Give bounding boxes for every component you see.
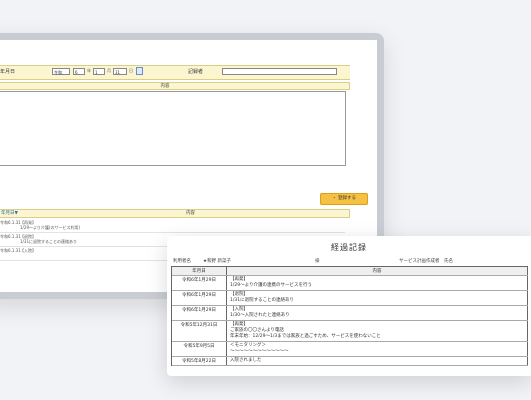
day-select[interactable]: 31 bbox=[113, 68, 127, 75]
month-unit: 月 bbox=[107, 68, 111, 73]
row-date: 令和6年1月29日 bbox=[172, 276, 227, 290]
era-select[interactable]: 令和 bbox=[52, 68, 70, 75]
list-item-date: 令和6.1.31 bbox=[0, 234, 21, 239]
list-item-date: 令和6.1.31 bbox=[0, 220, 21, 225]
sheet-title: 経過記録 bbox=[331, 243, 367, 252]
year-unit: 年 bbox=[87, 68, 91, 73]
service-planner-label: サービス計画作成者 氏名 bbox=[399, 259, 453, 264]
row-date: 令和6年1月29日 bbox=[172, 306, 227, 320]
row-date: 令和6年1月29日 bbox=[172, 291, 227, 305]
col-content-header: 内容 bbox=[227, 267, 528, 275]
honorific: 様 bbox=[315, 259, 320, 264]
row-content: 入院されました bbox=[227, 357, 528, 365]
row-content-line: 1/30〜入院されたと連絡あり bbox=[230, 313, 290, 318]
row-date: 令和5年12月31日 bbox=[172, 321, 227, 341]
row-content-line: 入院されました bbox=[230, 358, 262, 363]
list-item-date: 令和6.1.31 bbox=[0, 248, 21, 253]
date-form-row: 年月日 令和 6 年 1 月 31 日 記録者 bbox=[0, 65, 350, 80]
row-date: 令和5年8月22日 bbox=[172, 357, 227, 365]
table-header: 年月日 内容 bbox=[172, 267, 528, 276]
list-item-tag: 【入院】 bbox=[20, 248, 36, 253]
month-select[interactable]: 1 bbox=[93, 68, 105, 75]
row-content: 【再発】 1/29〜より介護の連携のサービスを行う bbox=[227, 276, 528, 290]
table-row: 令和5年9月5日 ＜モニタリング＞ 〜〜〜〜〜〜〜〜〜〜〜〜〜 bbox=[172, 342, 528, 357]
col-date-header: 年月日 bbox=[172, 267, 227, 275]
row-content-line: 〜〜〜〜〜〜〜〜〜〜〜〜〜 bbox=[230, 349, 289, 354]
content-textarea[interactable] bbox=[0, 91, 346, 166]
row-date: 令和5年9月5日 bbox=[172, 342, 227, 356]
record-table: 年月日 内容 令和6年1月29日 【再発】 1/29〜より介護の連携のサービスを行う… bbox=[171, 266, 528, 366]
table-row: 令和5年8月22日 入院されました bbox=[172, 357, 528, 366]
user-name: ★和野 新菜子 bbox=[203, 259, 231, 264]
progress-record-sheet: 経過記録 利用者名 ★和野 新菜子 様 サービス計画作成者 氏名 年月日 内容 … bbox=[167, 236, 531, 376]
date-label: 年月日 bbox=[0, 69, 16, 75]
row-content: 【入院】 1/30〜入院されたと連絡あり bbox=[227, 306, 528, 320]
recorder-label: 記録者 bbox=[188, 69, 204, 75]
recorder-input[interactable] bbox=[222, 68, 337, 75]
row-content-line: 年末年始：12/29〜1/3までは家族と過ごすため、サービスを使わないこと bbox=[230, 334, 381, 339]
year-select[interactable]: 6 bbox=[73, 68, 85, 75]
row-content-line: 1/29〜より介護の連携のサービスを行う bbox=[230, 283, 313, 288]
list-item-text: 1/29〜より介護(のサービス利用) bbox=[20, 225, 81, 230]
day-unit: 日 bbox=[129, 68, 133, 73]
content-header: 内容 bbox=[0, 82, 350, 90]
row-content: 【退院】 1/31に退院することの連絡あり bbox=[227, 291, 528, 305]
calendar-icon[interactable] bbox=[136, 67, 143, 75]
list-item[interactable]: 令和6.1.31 【再発】 1/29〜より介護(のサービス利用) bbox=[0, 219, 345, 233]
list-header: 年月日▼ 内容 bbox=[0, 209, 350, 218]
row-content: 【再発】 ご家族の〇〇さんより電話 年末年始：12/29〜1/3までは家族と過ごすた… bbox=[227, 321, 528, 341]
table-row: 令和5年12月31日 【再発】 ご家族の〇〇さんより電話 年末年始：12/29〜1/3… bbox=[172, 321, 528, 342]
table-row: 令和6年1月29日 【退院】 1/31に退院することの連絡あり bbox=[172, 291, 528, 306]
register-button[interactable]: ・ 登録する bbox=[320, 193, 368, 205]
row-content-line: 1/31に退院することの連絡あり bbox=[230, 298, 295, 303]
user-label: 利用者名 bbox=[173, 259, 191, 264]
table-row: 令和6年1月29日 【再発】 1/29〜より介護の連携のサービスを行う bbox=[172, 276, 528, 291]
list-content-header: 内容 bbox=[186, 211, 195, 216]
list-date-header[interactable]: 年月日▼ bbox=[1, 210, 18, 218]
list-item-text: 1/31に退院することの連絡あり bbox=[20, 239, 77, 244]
table-row: 令和6年1月29日 【入院】 1/30〜入院されたと連絡あり bbox=[172, 306, 528, 321]
row-content: ＜モニタリング＞ 〜〜〜〜〜〜〜〜〜〜〜〜〜 bbox=[227, 342, 528, 356]
